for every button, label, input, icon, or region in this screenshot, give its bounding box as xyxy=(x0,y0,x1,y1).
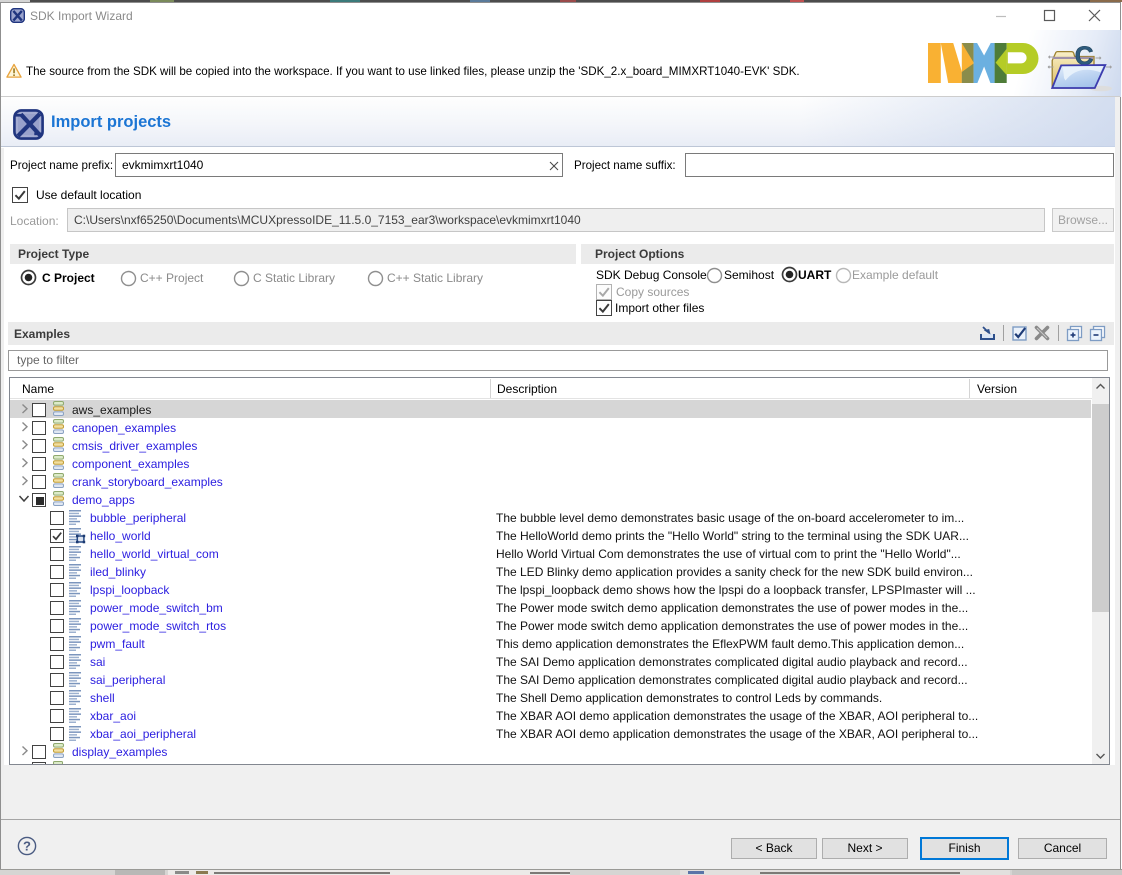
svg-text:?: ? xyxy=(23,839,31,854)
